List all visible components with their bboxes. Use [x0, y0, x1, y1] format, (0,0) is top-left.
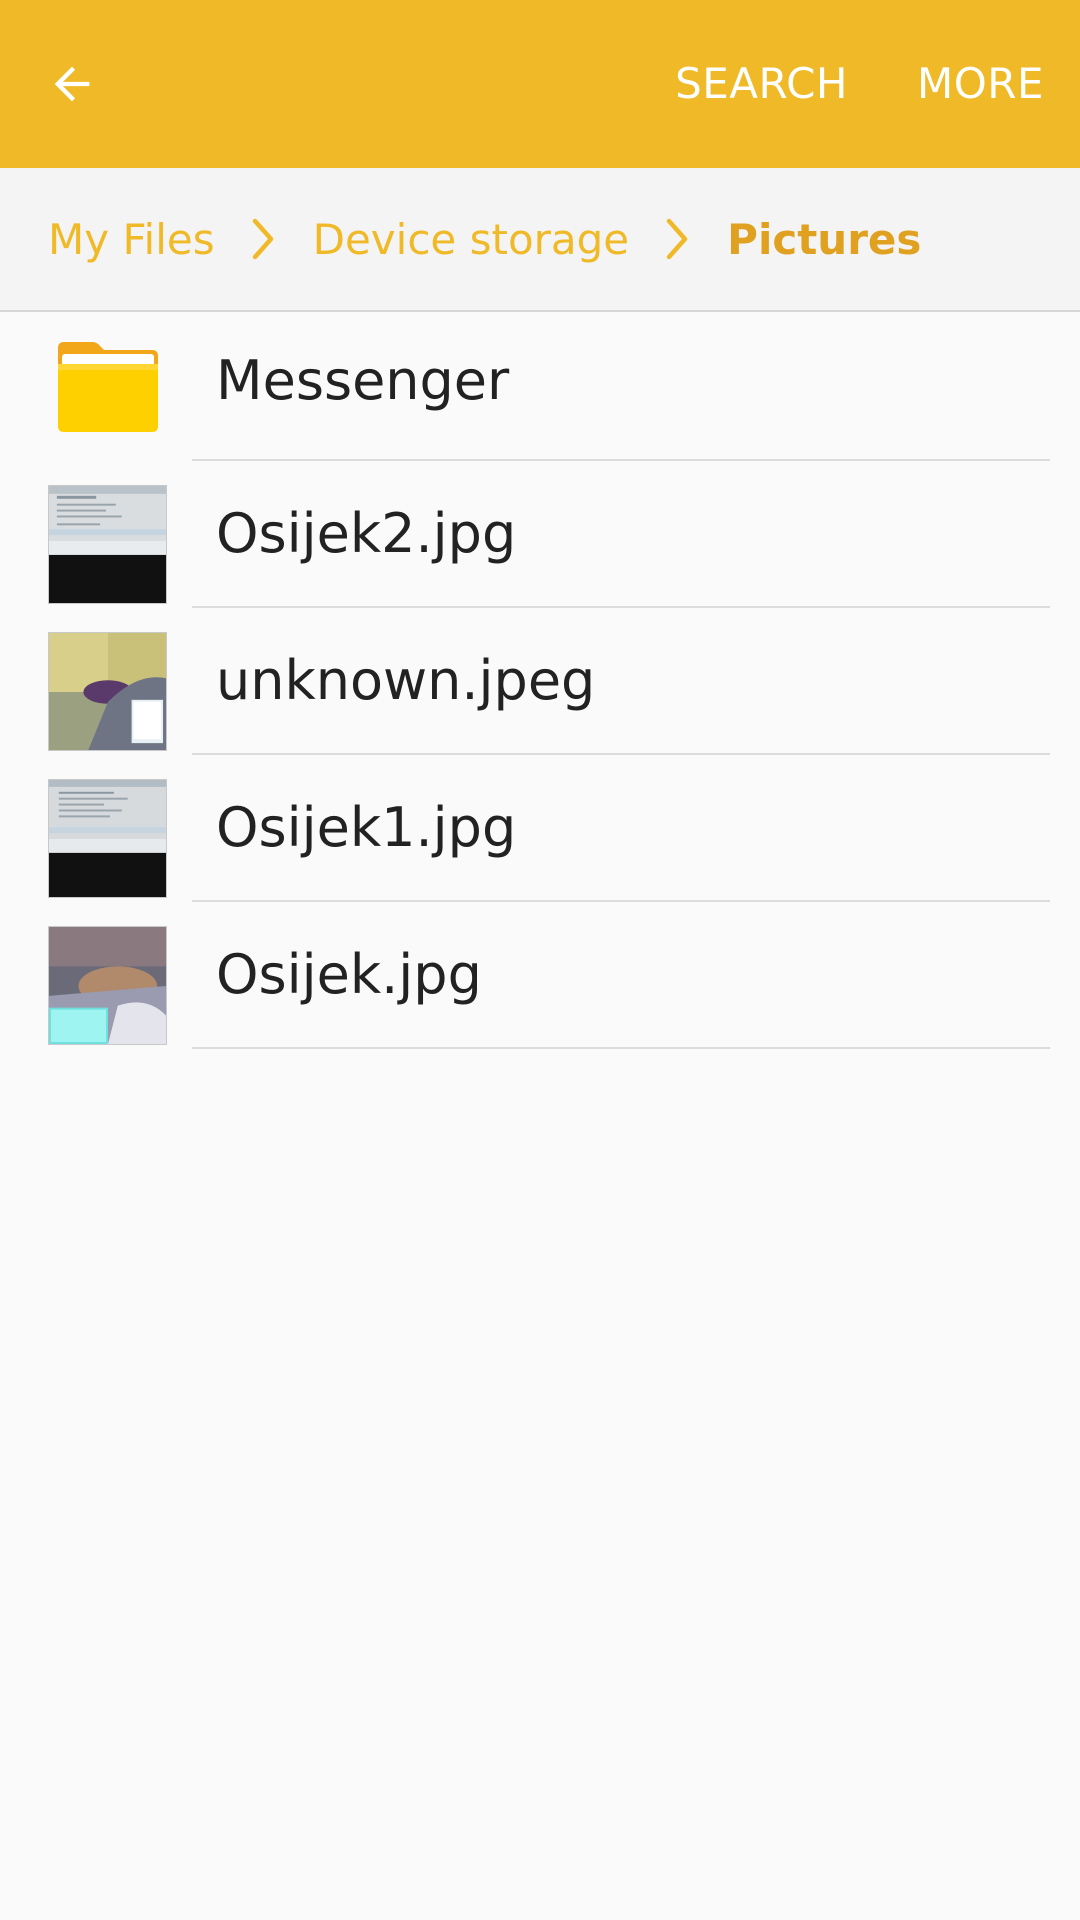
folder-icon [58, 342, 158, 432]
list-item-unknown[interactable]: unknown.jpeg [0, 608, 1080, 755]
arrow-back-icon [54, 66, 90, 102]
file-name: Osijek.jpg [216, 943, 482, 1006]
image-thumbnail [48, 485, 167, 604]
image-thumbnail [48, 632, 167, 751]
image-thumbnail [48, 926, 167, 1045]
my-files-screen: SEARCH MORE My Files Device storage Pict… [0, 0, 1080, 1920]
breadcrumb-pictures: Pictures [727, 214, 922, 264]
file-name: Messenger [216, 349, 510, 412]
file-name: Osijek2.jpg [216, 502, 517, 565]
list-item-osijek[interactable]: Osijek.jpg [0, 902, 1080, 1049]
list-item-osijek1[interactable]: Osijek1.jpg [0, 755, 1080, 902]
file-list: Messenger Osijek2.jpg unknown.jpeg Osije… [0, 314, 1080, 1049]
search-button[interactable]: SEARCH [675, 52, 848, 116]
file-name: Osijek1.jpg [216, 796, 517, 859]
chevron-right-icon [215, 209, 313, 269]
divider [192, 1047, 1050, 1049]
list-item-messenger[interactable]: Messenger [0, 314, 1080, 461]
more-button[interactable]: MORE [917, 52, 1044, 116]
back-button[interactable] [30, 42, 114, 126]
image-thumbnail [48, 779, 167, 898]
app-bar: SEARCH MORE [0, 0, 1080, 168]
breadcrumb-device-storage[interactable]: Device storage [313, 215, 630, 264]
file-name: unknown.jpeg [216, 649, 596, 712]
breadcrumb: My Files Device storage Pictures [0, 168, 1080, 312]
list-item-osijek2[interactable]: Osijek2.jpg [0, 461, 1080, 608]
breadcrumb-my-files[interactable]: My Files [48, 215, 215, 264]
chevron-right-icon [629, 209, 727, 269]
